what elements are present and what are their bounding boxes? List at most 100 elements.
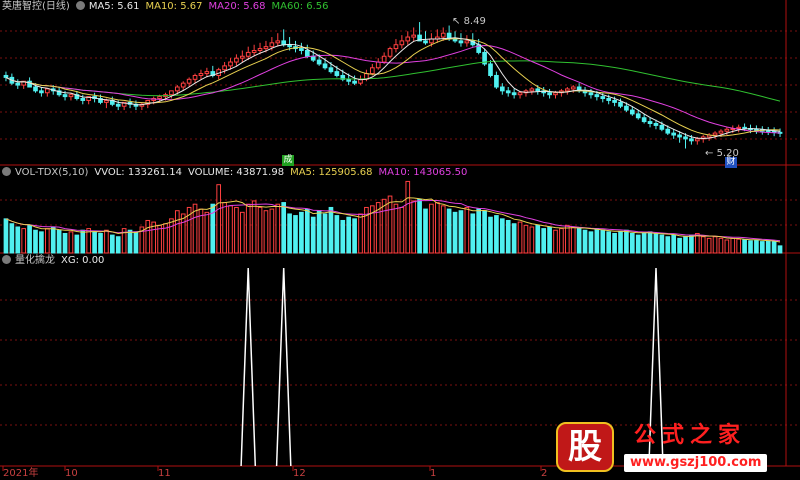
volume-bar[interactable] (647, 231, 653, 254)
candle-body[interactable] (594, 94, 600, 98)
volume-bar[interactable] (33, 229, 38, 254)
candle-body[interactable] (328, 67, 334, 73)
volume-bar[interactable] (239, 211, 245, 254)
volume-pane[interactable] (3, 180, 783, 254)
volume-bar[interactable] (245, 203, 251, 254)
volume-bar[interactable] (115, 236, 121, 254)
candle-body[interactable] (304, 50, 310, 57)
candle-body[interactable] (169, 90, 174, 96)
volume-bar[interactable] (517, 221, 523, 254)
settings-circle-icon[interactable] (2, 167, 11, 176)
candle-body[interactable] (754, 128, 759, 131)
volume-bar[interactable] (80, 229, 86, 254)
volume-bar[interactable] (629, 232, 635, 254)
candle-body[interactable] (204, 71, 210, 75)
volume-bar[interactable] (683, 236, 688, 254)
volume-bar[interactable] (417, 198, 422, 254)
volume-bar[interactable] (677, 237, 682, 254)
volume-bar[interactable] (133, 231, 139, 254)
candle-body[interactable] (369, 67, 375, 75)
candle-body[interactable] (653, 123, 659, 126)
volume-bar[interactable] (228, 205, 233, 254)
candle-body[interactable] (564, 88, 570, 92)
candle-body[interactable] (251, 50, 257, 53)
volume-bar[interactable] (777, 245, 783, 254)
volume-bar[interactable] (505, 219, 511, 254)
xg-signal-spike[interactable] (275, 267, 292, 467)
candle-body[interactable] (322, 63, 328, 69)
volume-bar[interactable] (387, 195, 393, 254)
volume-bar[interactable] (145, 219, 151, 254)
stock-chart[interactable] (0, 0, 800, 480)
candle-body[interactable] (423, 40, 428, 44)
volume-bar[interactable] (553, 229, 558, 254)
candle-body[interactable] (464, 40, 470, 44)
volume-bar[interactable] (104, 229, 109, 254)
candle-body[interactable] (724, 128, 730, 132)
candle-body[interactable] (33, 86, 38, 92)
candle-body[interactable] (316, 59, 322, 65)
volume-bar[interactable] (62, 232, 68, 254)
volume-bar[interactable] (570, 226, 576, 254)
settings-circle-icon[interactable] (2, 255, 11, 264)
volume-bar[interactable] (523, 224, 529, 254)
volume-bar[interactable] (689, 234, 694, 254)
settings-circle-icon[interactable] (75, 1, 85, 10)
volume-bar[interactable] (346, 216, 352, 254)
volume-bar[interactable] (334, 215, 340, 254)
candle-body[interactable] (677, 134, 682, 138)
volume-bar[interactable] (316, 210, 322, 254)
volume-bar[interactable] (405, 180, 411, 254)
volume-bar[interactable] (340, 219, 346, 254)
candle-body[interactable] (765, 130, 771, 133)
volume-bar[interactable] (742, 239, 747, 254)
candle-body[interactable] (588, 92, 594, 96)
volume-bar[interactable] (612, 232, 617, 254)
candle-body[interactable] (665, 128, 671, 134)
volume-bar[interactable] (576, 228, 582, 254)
volume-bar[interactable] (482, 210, 487, 254)
volume-bar[interactable] (44, 228, 50, 254)
volume-bar[interactable] (68, 231, 74, 254)
candle-body[interactable] (505, 90, 511, 94)
candle-body[interactable] (299, 48, 304, 52)
candle-body[interactable] (115, 103, 121, 107)
volume-bar[interactable] (594, 228, 600, 254)
candle-body[interactable] (647, 121, 653, 125)
volume-bar[interactable] (216, 184, 222, 254)
volume-bar[interactable] (635, 234, 641, 254)
volume-bar[interactable] (759, 241, 765, 254)
volume-bar[interactable] (411, 200, 417, 254)
candle-body[interactable] (174, 86, 180, 92)
volume-bar[interactable] (251, 200, 257, 254)
volume-bar[interactable] (588, 231, 594, 254)
volume-bar[interactable] (724, 239, 730, 254)
candle-body[interactable] (629, 109, 635, 115)
candle-body[interactable] (44, 88, 50, 94)
candle-body[interactable] (352, 80, 357, 84)
candle-body[interactable] (659, 124, 665, 130)
volume-bar[interactable] (659, 234, 665, 254)
volume-bar[interactable] (204, 211, 210, 254)
candle-body[interactable] (80, 98, 86, 101)
volume-bar[interactable] (582, 229, 588, 254)
candle-body[interactable] (104, 99, 109, 103)
candle-body[interactable] (346, 78, 352, 82)
volume-bar[interactable] (547, 226, 552, 254)
candle-body[interactable] (600, 96, 606, 100)
volume-bar[interactable] (98, 232, 103, 254)
volume-bar[interactable] (700, 236, 706, 254)
volume-bar[interactable] (754, 239, 759, 254)
candle-body[interactable] (689, 138, 694, 142)
candle-body[interactable] (275, 40, 281, 44)
candle-body[interactable] (694, 138, 700, 142)
candle-body[interactable] (547, 92, 552, 96)
volume-bar[interactable] (564, 224, 570, 254)
candle-body[interactable] (440, 32, 446, 38)
candle-body[interactable] (742, 126, 747, 129)
volume-bar[interactable] (275, 203, 281, 254)
volume-bar[interactable] (488, 216, 493, 254)
candle-body[interactable] (15, 82, 21, 86)
volume-bar[interactable] (381, 198, 387, 254)
volume-bar[interactable] (653, 232, 659, 254)
